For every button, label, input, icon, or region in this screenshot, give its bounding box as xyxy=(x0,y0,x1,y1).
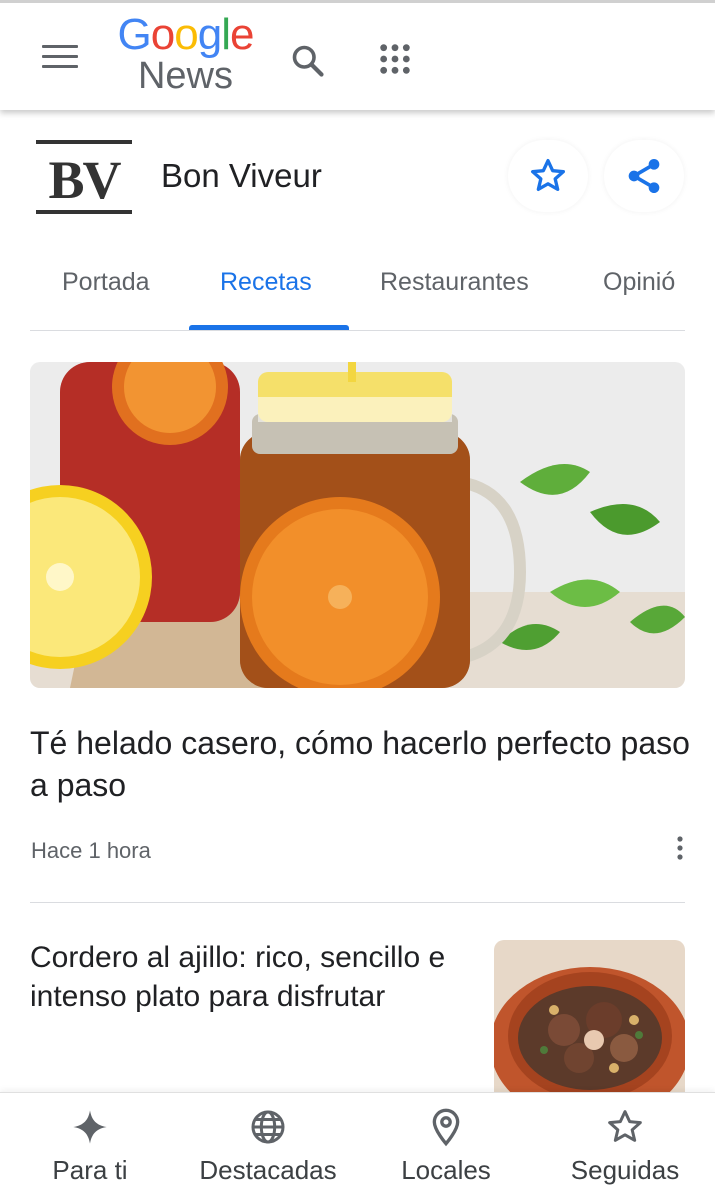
location-pin-icon xyxy=(432,1108,460,1147)
nav-headlines[interactable]: Destacadas xyxy=(188,1093,348,1201)
article-headline[interactable]: Té helado casero, cómo hacerlo perfecto … xyxy=(30,722,690,806)
logo-google: Google xyxy=(117,10,255,59)
tab-portada[interactable]: Portada xyxy=(62,268,150,297)
nav-label: Destacadas xyxy=(199,1155,337,1185)
tab-opinion[interactable]: Opinió xyxy=(603,268,675,297)
follow-button[interactable] xyxy=(508,140,588,212)
for-you-diamond-icon xyxy=(73,1110,107,1144)
search-icon[interactable] xyxy=(290,43,326,79)
nav-label: Locales xyxy=(401,1155,491,1185)
article-timestamp: Hace 1 hora xyxy=(31,838,151,863)
divider xyxy=(30,902,685,903)
article-headline[interactable]: Cordero al ajillo: rico, sencillo e inte… xyxy=(30,938,470,1016)
publisher-name: Bon Viveur xyxy=(161,157,322,194)
publisher-logo: BV xyxy=(36,140,132,214)
active-tab-indicator xyxy=(189,325,349,330)
more-vert-icon xyxy=(677,836,683,860)
share-button[interactable] xyxy=(604,140,684,212)
nav-label: Para ti xyxy=(52,1155,128,1185)
svg-text:BV: BV xyxy=(48,150,121,210)
nav-for-you[interactable]: Para ti xyxy=(20,1093,160,1201)
more-options-button[interactable] xyxy=(655,822,705,874)
nav-label: Seguidas xyxy=(570,1155,680,1185)
apps-grid-icon[interactable] xyxy=(378,42,412,76)
nav-following[interactable]: Seguidas xyxy=(555,1093,695,1201)
star-icon xyxy=(531,159,565,191)
google-news-logo[interactable]: Google News xyxy=(113,10,258,97)
bottom-navigation: Para ti Destacadas Locales Seguidas xyxy=(0,1092,715,1201)
top-app-bar: Google News xyxy=(0,0,715,110)
tab-recetas[interactable]: Recetas xyxy=(220,268,312,297)
menu-icon[interactable] xyxy=(42,45,78,71)
article-thumbnail[interactable] xyxy=(494,940,685,1092)
globe-icon xyxy=(251,1110,285,1144)
tab-restaurantes[interactable]: Restaurantes xyxy=(380,268,529,297)
star-outline-icon xyxy=(608,1110,642,1142)
share-icon xyxy=(628,159,660,193)
hero-article-image[interactable] xyxy=(30,362,685,688)
section-tabs: Portada Recetas Restaurantes Opinió xyxy=(30,258,685,331)
logo-news: News xyxy=(137,55,234,97)
nav-local[interactable]: Locales xyxy=(376,1093,516,1201)
